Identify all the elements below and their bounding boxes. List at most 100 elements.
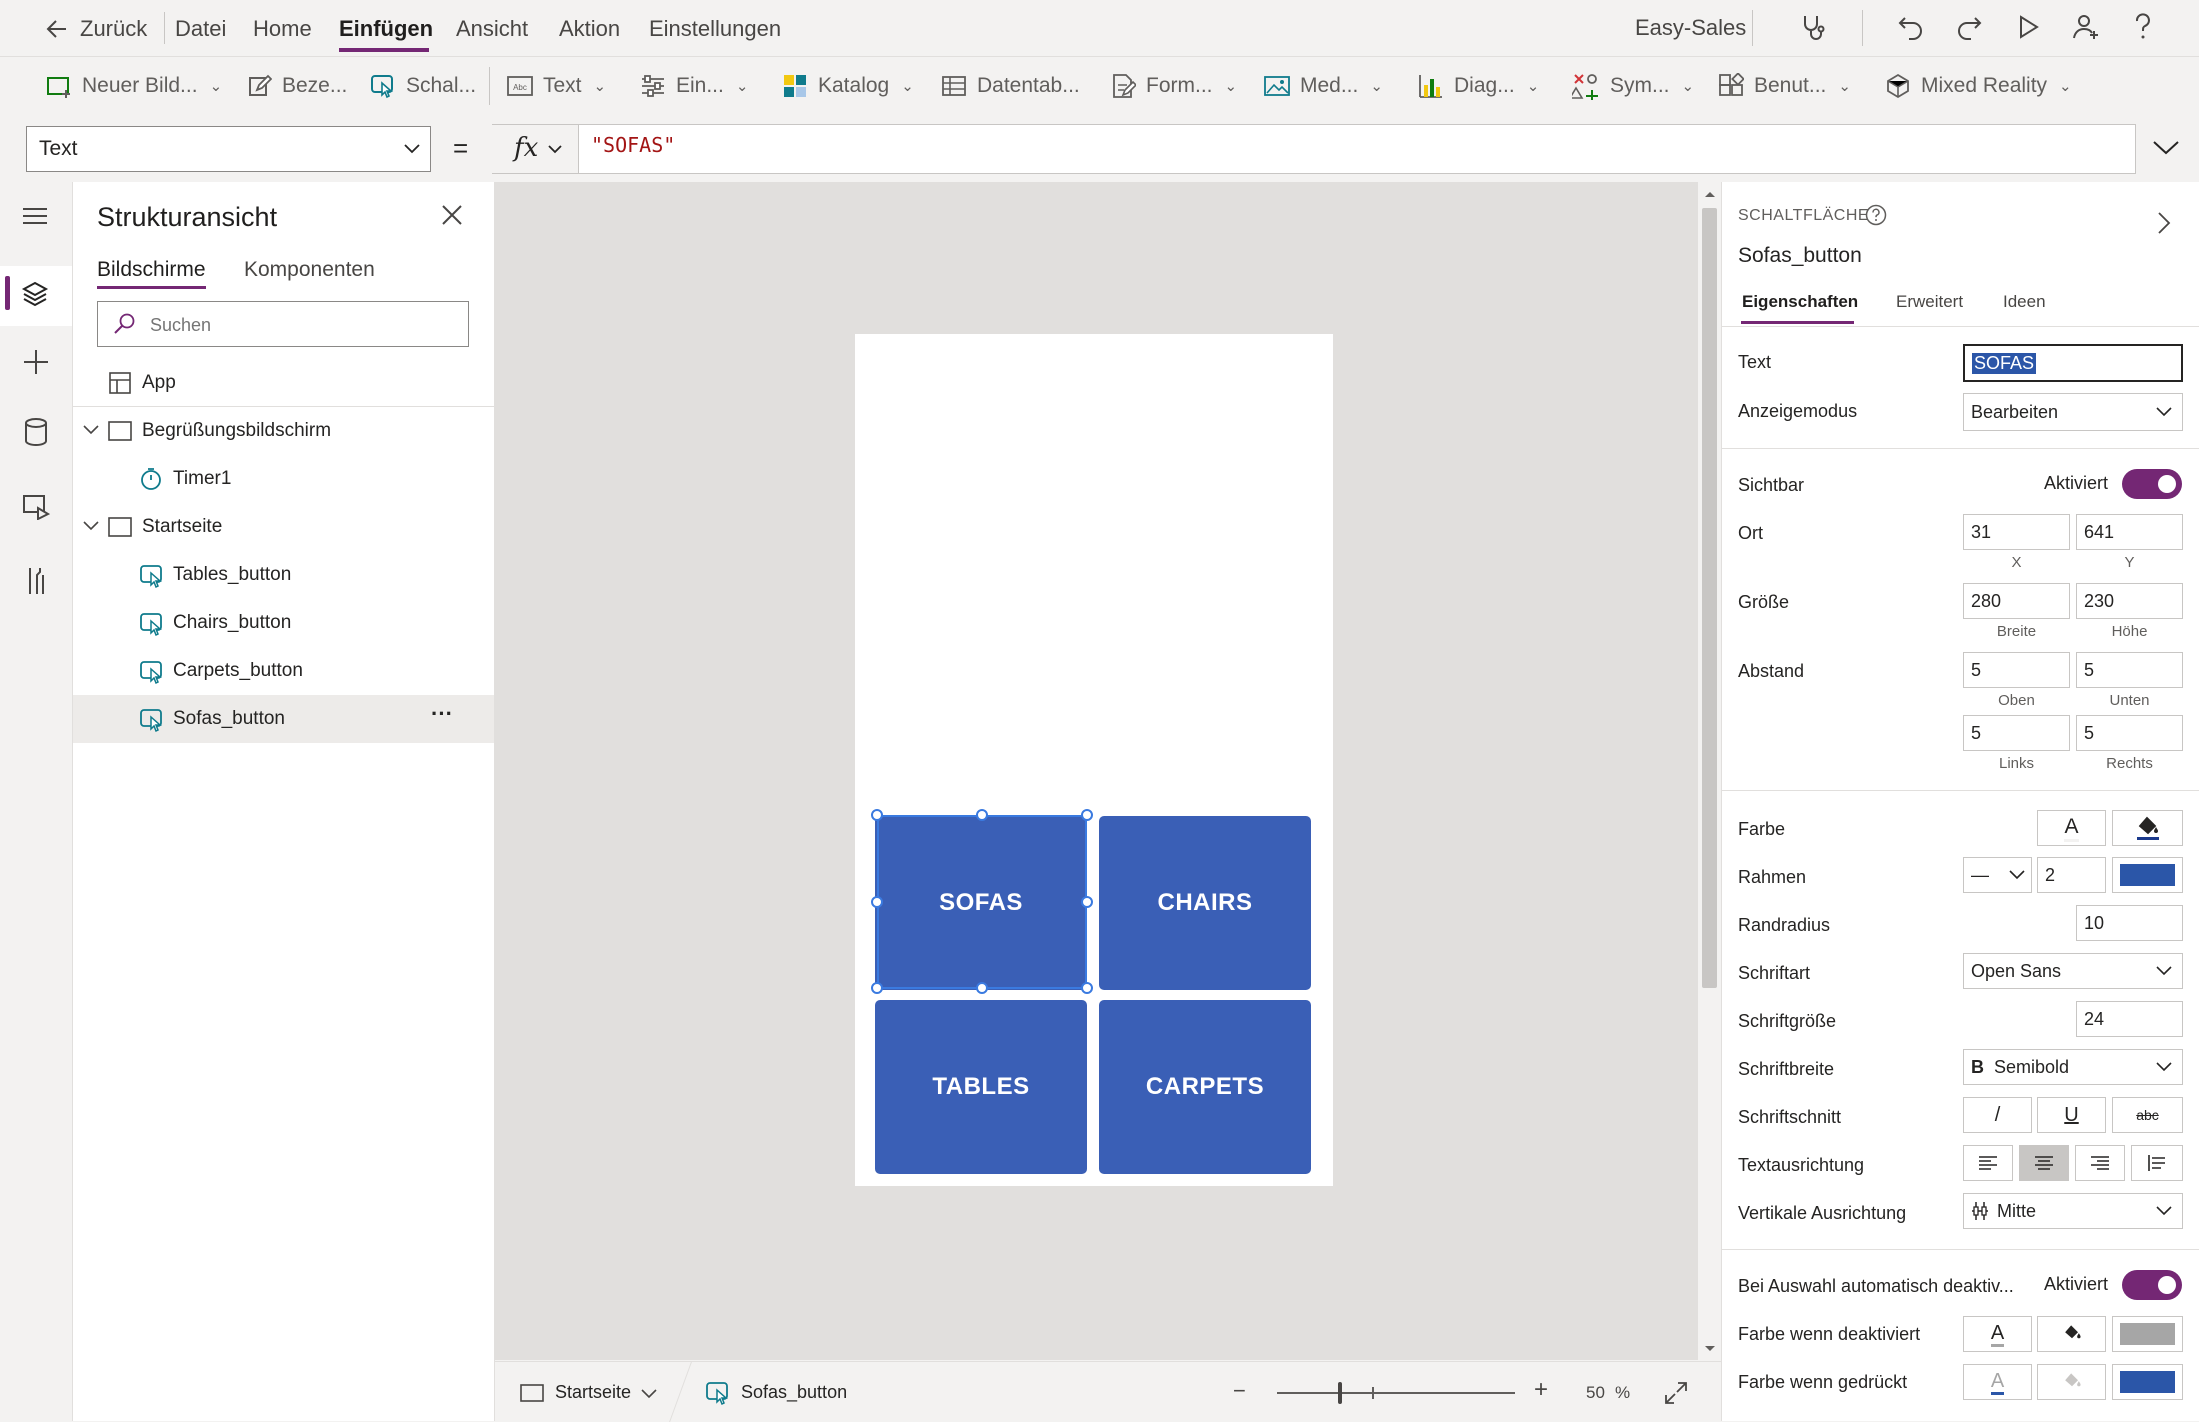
- align-justify-button[interactable]: [2131, 1145, 2183, 1181]
- menu-file[interactable]: Datei: [175, 14, 226, 44]
- tools-icon[interactable]: [24, 566, 48, 596]
- scroll-down-icon[interactable]: [1704, 1345, 1716, 1353]
- pressed-fill-button[interactable]: [2037, 1364, 2106, 1400]
- resize-handle[interactable]: [1081, 896, 1093, 908]
- disabled-text-color-button[interactable]: A: [1963, 1316, 2032, 1352]
- align-center-button[interactable]: [2019, 1145, 2069, 1181]
- position-y-input[interactable]: 641: [2076, 514, 2183, 550]
- strikethrough-button[interactable]: abc: [2112, 1097, 2183, 1133]
- tree-item-app[interactable]: App: [73, 359, 494, 407]
- resize-handle[interactable]: [871, 896, 883, 908]
- padding-bottom-input[interactable]: 5: [2076, 652, 2183, 688]
- scroll-up-icon[interactable]: [1704, 190, 1716, 198]
- underline-button[interactable]: U: [2037, 1097, 2106, 1133]
- tree-item-timer[interactable]: Timer1: [73, 455, 494, 503]
- ribbon-button-control[interactable]: Schal...: [370, 69, 476, 103]
- tab-ideas[interactable]: Ideen: [2003, 292, 2046, 312]
- resize-handle[interactable]: [871, 809, 883, 821]
- zoom-slider-track[interactable]: [1277, 1392, 1515, 1394]
- menu-action[interactable]: Aktion: [559, 14, 620, 44]
- share-user-icon[interactable]: [2071, 12, 2101, 42]
- padding-left-input[interactable]: 5: [1963, 715, 2070, 751]
- redo-icon[interactable]: [1954, 12, 1984, 42]
- ribbon-input[interactable]: Ein... ⌄: [640, 69, 748, 103]
- font-weight-dropdown[interactable]: B Semibold: [1963, 1049, 2183, 1085]
- align-left-button[interactable]: [1963, 1145, 2013, 1181]
- help-circle-icon[interactable]: [1865, 204, 1887, 226]
- vertical-align-dropdown[interactable]: Mitte: [1963, 1193, 2183, 1229]
- property-selector[interactable]: Text: [26, 126, 431, 172]
- app-checker-icon[interactable]: [1797, 12, 1827, 42]
- ribbon-text[interactable]: Abc Text ⌄: [507, 69, 606, 103]
- radius-input[interactable]: 10: [2076, 905, 2183, 941]
- help-icon[interactable]: [2130, 12, 2156, 42]
- resize-handle[interactable]: [976, 982, 988, 994]
- resize-handle[interactable]: [976, 809, 988, 821]
- padding-top-input[interactable]: 5: [1963, 652, 2070, 688]
- border-color-button[interactable]: [2112, 857, 2183, 893]
- text-property-input[interactable]: SOFAS: [1963, 344, 2183, 382]
- fit-to-window-icon[interactable]: [1664, 1381, 1688, 1405]
- ribbon-mixed-reality[interactable]: Mixed Reality ⌄: [1885, 69, 2072, 103]
- disabled-border-color-button[interactable]: [2112, 1316, 2183, 1352]
- tree-search-input[interactable]: [148, 310, 452, 340]
- position-x-input[interactable]: 31: [1963, 514, 2070, 550]
- media-library-icon[interactable]: [22, 494, 50, 520]
- padding-right-input[interactable]: 5: [2076, 715, 2183, 751]
- auto-disable-toggle[interactable]: [2122, 1270, 2182, 1300]
- ribbon-charts[interactable]: Diag... ⌄: [1418, 69, 1539, 103]
- ribbon-gallery[interactable]: Katalog ⌄: [782, 69, 914, 103]
- fx-button[interactable]: fx: [492, 125, 579, 173]
- zoom-slider-thumb[interactable]: [1338, 1382, 1342, 1404]
- width-input[interactable]: 280: [1963, 583, 2070, 619]
- ribbon-custom[interactable]: Benut... ⌄: [1718, 69, 1851, 103]
- add-icon[interactable]: [22, 348, 50, 376]
- zoom-in-button[interactable]: +: [1534, 1376, 1548, 1404]
- border-style-dropdown[interactable]: —: [1963, 857, 2032, 893]
- expand-formula-icon[interactable]: [2153, 140, 2179, 156]
- carpets-button[interactable]: CARPETS: [1099, 1000, 1311, 1174]
- scrollbar-thumb[interactable]: [1702, 208, 1717, 988]
- sofas-button[interactable]: SOFAS: [875, 816, 1087, 990]
- tab-screens[interactable]: Bildschirme: [97, 258, 206, 282]
- tree-item-screen[interactable]: Startseite: [73, 503, 494, 551]
- formula-input[interactable]: [492, 124, 2136, 174]
- more-options-button[interactable]: ···: [431, 701, 453, 727]
- close-icon[interactable]: [441, 204, 463, 226]
- control-name[interactable]: Sofas_button: [1738, 244, 1862, 268]
- tab-components[interactable]: Komponenten: [244, 258, 375, 282]
- chevron-right-icon[interactable]: [2157, 211, 2171, 235]
- disabled-fill-button[interactable]: [2037, 1316, 2106, 1352]
- tree-search-box[interactable]: [97, 301, 469, 347]
- align-right-button[interactable]: [2075, 1145, 2125, 1181]
- height-input[interactable]: 230: [2076, 583, 2183, 619]
- chevron-down-icon[interactable]: [641, 1389, 657, 1399]
- back-button[interactable]: Zurück: [80, 14, 147, 44]
- status-control-label[interactable]: Sofas_button: [741, 1382, 847, 1403]
- ribbon-label-button[interactable]: Beze...: [248, 69, 347, 103]
- menu-insert[interactable]: Einfügen: [339, 14, 433, 44]
- pressed-border-color-button[interactable]: [2112, 1364, 2183, 1400]
- menu-home[interactable]: Home: [253, 14, 312, 44]
- tree-item-tables-button[interactable]: Tables_button: [73, 551, 494, 599]
- play-icon[interactable]: [2014, 13, 2042, 41]
- tree-item-screen[interactable]: Begrüßungsbildschirm: [73, 407, 494, 455]
- font-dropdown[interactable]: Open Sans: [1963, 953, 2183, 989]
- pressed-text-color-button[interactable]: A: [1963, 1364, 2032, 1400]
- hamburger-menu-icon[interactable]: [22, 206, 48, 226]
- tables-button[interactable]: TABLES: [875, 1000, 1087, 1174]
- menu-view[interactable]: Ansicht: [456, 14, 528, 44]
- tree-item-chairs-button[interactable]: Chairs_button: [73, 599, 494, 647]
- ribbon-symbols[interactable]: Sym... ⌄: [1572, 69, 1694, 103]
- back-arrow-icon[interactable]: [44, 16, 70, 42]
- ribbon-media[interactable]: Med... ⌄: [1264, 69, 1383, 103]
- undo-icon[interactable]: [1896, 12, 1926, 42]
- status-screen-label[interactable]: Startseite: [555, 1382, 631, 1403]
- chevron-down-icon[interactable]: [83, 521, 99, 531]
- display-mode-dropdown[interactable]: Bearbeiten: [1963, 393, 2183, 431]
- fill-color-button[interactable]: [2112, 810, 2183, 846]
- resize-handle[interactable]: [1081, 982, 1093, 994]
- tab-properties[interactable]: Eigenschaften: [1742, 292, 1858, 312]
- resize-handle[interactable]: [1081, 809, 1093, 821]
- chairs-button[interactable]: CHAIRS: [1099, 816, 1311, 990]
